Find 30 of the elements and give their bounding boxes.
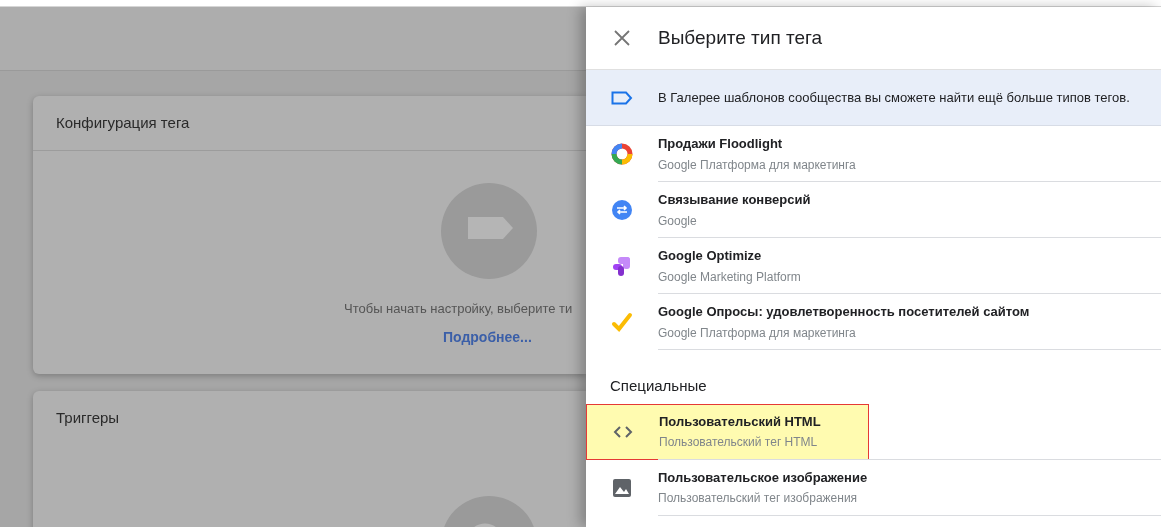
item-subtitle: Google Платформа для маркетинга [658,324,857,342]
hint-text: Чтобы начать настройку, выберите ти [344,300,573,318]
tag-type-item[interactable]: Связывание конверсий Google [586,182,1161,238]
tag-type-item[interactable]: Пользовательское изображение Пользовательский тег изображения [586,459,1161,516]
item-title: Пользовательское изображение [658,468,868,487]
item-subtitle: Google Платформа для маркетинга [658,156,856,174]
banner-text: В Галерее шаблонов сообщества вы сможете найти ещё больше типов тегов. [658,88,1130,107]
floodlight-ring-icon [610,142,634,166]
item-subtitle: Пользовательский тег изображения [658,490,859,508]
section-heading: Специальные [609,376,708,396]
tag-type-item[interactable]: Google Optimize Google Marketing Platform [586,238,1161,294]
tag-type-item[interactable]: Продажи Floodlight Google Платформа для маркетинга [586,126,1161,182]
item-title: Пользовательский HTML [659,412,821,431]
arrows-icon [610,198,634,222]
tag-type-item[interactable]: Google Опросы: удовлетворенность посетителей сайтом Google Платформа для маркетинга [586,294,1161,350]
panel-title: Выберите тип тега [658,25,823,50]
card-title: Конфигурация тега [56,112,190,133]
tag-icon [611,90,633,105]
tag-type-item[interactable]: Пользовательский HTML Пользовательский тег HTML [586,403,869,460]
item-title: Google Опросы: удовлетворенность посетителей сайтом [658,303,1030,322]
close-icon [614,30,630,46]
item-title: Google Optimize [658,247,763,266]
check-icon [610,310,634,334]
tag-icon [441,183,537,279]
item-title: Связывание конверсий [658,191,811,210]
item-subtitle: Google [658,212,698,230]
item-subtitle: Google Marketing Platform [658,268,801,286]
item-title: Продажи Floodlight [658,135,784,154]
card-title: Триггеры [56,408,120,429]
item-subtitle: Пользовательский тег HTML [659,434,819,452]
